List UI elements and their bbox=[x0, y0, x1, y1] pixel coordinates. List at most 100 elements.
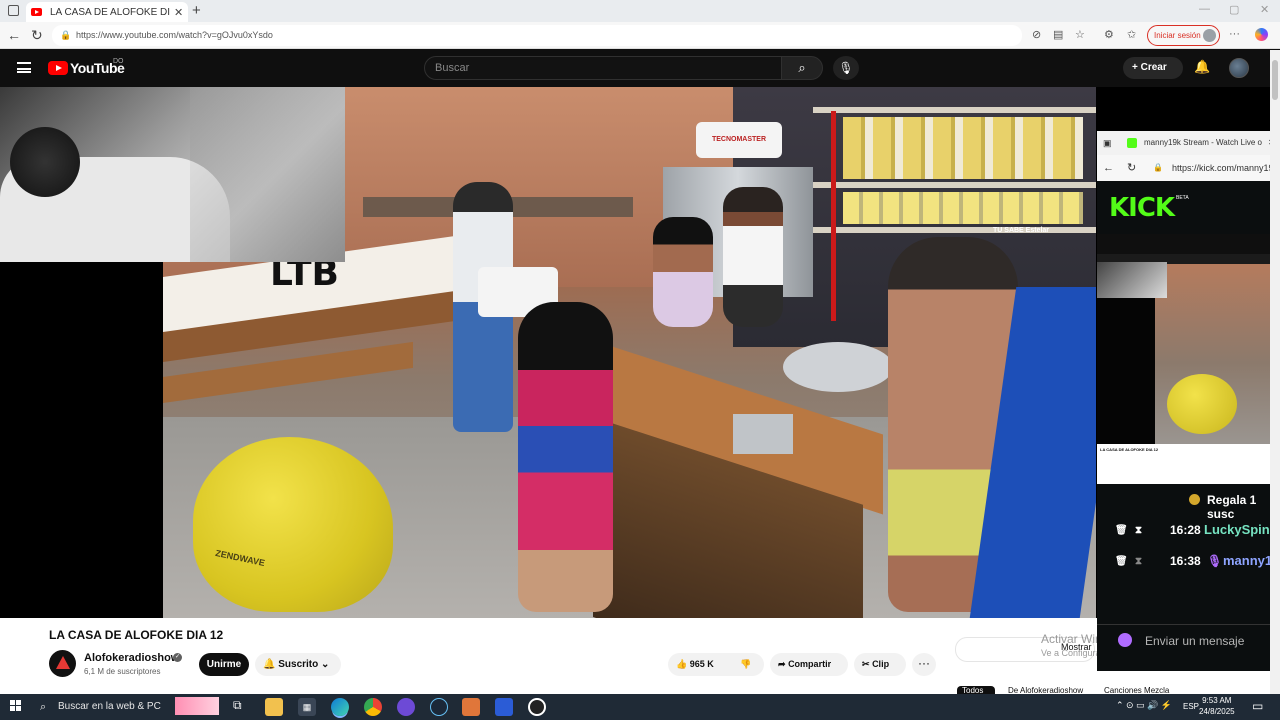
notification-center-icon[interactable]: ▭ bbox=[1252, 699, 1263, 713]
new-tab-button[interactable]: + bbox=[192, 2, 201, 19]
site-info-icon[interactable]: 🔒 bbox=[60, 25, 71, 46]
translate-icon[interactable]: ⊘ bbox=[1032, 28, 1041, 41]
video-person-woman-print bbox=[518, 302, 613, 612]
search-highlight-flamingo-icon bbox=[175, 697, 219, 715]
video-person-woman-kitchen bbox=[653, 217, 713, 327]
kick-window-titlebar[interactable]: ▣ manny19k Stream - Watch Live o ✕ bbox=[1097, 131, 1280, 155]
browser-tab[interactable]: LA CASA DE ALOFOKE DIA 1 ✕ bbox=[26, 2, 188, 22]
share-button[interactable]: ➦ Compartir bbox=[770, 653, 848, 676]
webcam-shadow bbox=[190, 87, 345, 262]
obs-studio-icon[interactable] bbox=[528, 698, 546, 716]
notifications-bell-icon[interactable]: 🔔 bbox=[1194, 59, 1210, 75]
scrollbar-thumb[interactable] bbox=[1272, 60, 1278, 100]
minimize-window-button[interactable]: — bbox=[1199, 3, 1210, 15]
chip-channel[interactable]: De Alofokeradioshow bbox=[1008, 686, 1088, 694]
create-button[interactable]: + Crear bbox=[1123, 57, 1183, 79]
timeout-hourglass-icon[interactable]: ⧗ bbox=[1135, 556, 1142, 567]
clock-date: 24/8/2025 bbox=[1199, 707, 1235, 716]
search-button[interactable]: ⌕ bbox=[781, 56, 823, 80]
video-shelf-bottles bbox=[843, 117, 1083, 179]
more-menu-icon[interactable]: ··· bbox=[1229, 28, 1240, 40]
emote-icon[interactable] bbox=[1118, 633, 1132, 647]
extensions-icon[interactable]: ⚙ bbox=[1104, 28, 1114, 41]
create-label: Crear bbox=[1140, 62, 1167, 73]
video-cooking-pot bbox=[783, 342, 893, 392]
hamburger-menu-icon[interactable] bbox=[17, 62, 31, 73]
reload-icon[interactable]: ↻ bbox=[31, 27, 43, 44]
page-scrollbar[interactable] bbox=[1270, 50, 1280, 694]
discord-icon[interactable] bbox=[397, 698, 415, 716]
channel-avatar[interactable] bbox=[49, 650, 76, 677]
embedded-beanbag bbox=[1167, 374, 1237, 434]
search-input[interactable]: Buscar bbox=[424, 56, 782, 80]
video-person-man-tank bbox=[723, 187, 783, 327]
kick-address-bar[interactable]: ← ↻ 🔒 https://kick.com/manny19 bbox=[1097, 155, 1280, 181]
join-button[interactable]: Unirme bbox=[199, 653, 249, 676]
channel-name[interactable]: Alofokeradioshow bbox=[84, 652, 179, 664]
reader-view-icon[interactable]: ▤ bbox=[1053, 28, 1063, 41]
taskbar-clock[interactable]: 9:53 AM 24/8/2025 bbox=[1199, 695, 1235, 717]
steam-icon[interactable] bbox=[430, 698, 448, 716]
timeout-hourglass-icon[interactable]: ⧗ bbox=[1135, 525, 1142, 536]
thumbs-down-icon[interactable]: 👎 bbox=[740, 653, 751, 676]
kick-reload-icon[interactable]: ↻ bbox=[1127, 155, 1136, 181]
chat-message-input[interactable]: Enviar un mensaje bbox=[1145, 634, 1244, 648]
like-count[interactable]: 965 K bbox=[690, 659, 714, 669]
kick-logo[interactable]: KICK bbox=[1109, 193, 1175, 223]
embedded-video-title: LA CASA DE ALOFOKE DIA 12 bbox=[1100, 447, 1159, 452]
game-launcher-icon[interactable] bbox=[495, 698, 513, 716]
account-avatar[interactable] bbox=[1229, 58, 1249, 78]
task-view-icon[interactable]: ⧉ bbox=[233, 698, 242, 713]
kick-stream-player[interactable]: LA CASA DE ALOFOKE DIA 12 bbox=[1097, 234, 1280, 484]
edge-browser-icon[interactable] bbox=[331, 698, 349, 716]
embedded-yt-header bbox=[1097, 234, 1280, 254]
calculator-icon[interactable]: ▦ bbox=[298, 698, 316, 716]
voice-search-button[interactable]: 🎙 bbox=[833, 56, 859, 80]
thumbs-up-icon[interactable]: 👍 bbox=[676, 659, 687, 669]
embedded-webcam bbox=[1097, 262, 1167, 298]
kick-popup-window[interactable]: ▣ manny19k Stream - Watch Live o ✕ ← ↻ 🔒… bbox=[1097, 131, 1280, 671]
kick-window-title: manny19k Stream - Watch Live o bbox=[1144, 138, 1262, 147]
window-tabs-icon[interactable]: ▣ bbox=[1103, 131, 1112, 155]
chrome-browser-icon[interactable] bbox=[364, 698, 382, 716]
more-actions-button[interactable]: ··· bbox=[912, 653, 936, 676]
youtube-favicon-icon bbox=[31, 8, 42, 16]
clock-time: 9:53 AM bbox=[1202, 696, 1232, 705]
video-shelf bbox=[813, 107, 1096, 113]
address-bar[interactable]: 🔒 https://www.youtube.com/watch?v=gOJvu0… bbox=[52, 25, 1022, 46]
search-icon: ⌕ bbox=[40, 701, 47, 713]
sign-in-label: Iniciar sesión bbox=[1154, 31, 1201, 40]
chat-username[interactable]: LuckySpinX bbox=[1204, 522, 1278, 537]
chip-all[interactable]: Todos bbox=[957, 686, 995, 694]
language-indicator[interactable]: ESP bbox=[1183, 702, 1199, 711]
chip-mix[interactable]: Canciones Mezcla bbox=[1104, 686, 1184, 694]
youtube-logo-icon[interactable] bbox=[48, 61, 68, 75]
taskbar-search-placeholder: Buscar en la web & PC bbox=[58, 701, 161, 712]
clip-label: Clip bbox=[872, 659, 890, 669]
video-shelf bbox=[813, 182, 1096, 188]
system-tray-icons[interactable]: ⌃ ⊙ ▭ 🔊 ⚡ bbox=[1116, 700, 1172, 711]
copilot-icon[interactable] bbox=[1255, 28, 1268, 41]
subscribed-button[interactable]: 🔔 Suscrito ⌄ bbox=[255, 653, 341, 676]
video-pasta-machine bbox=[733, 414, 793, 454]
clip-button[interactable]: ✂ Clip bbox=[854, 653, 906, 676]
trash-icon[interactable]: 🗑 bbox=[1115, 525, 1128, 536]
kick-lock-icon: 🔒 bbox=[1153, 163, 1163, 172]
windows-start-icon[interactable] bbox=[10, 700, 22, 712]
media-app-icon[interactable] bbox=[462, 698, 480, 716]
window-menu-icon[interactable] bbox=[8, 5, 19, 16]
kick-back-arrow-icon[interactable]: ← bbox=[1103, 155, 1114, 181]
trash-icon[interactable]: 🗑 bbox=[1115, 556, 1128, 567]
video-shelf-bottles bbox=[843, 192, 1083, 224]
sign-in-button[interactable]: Iniciar sesión bbox=[1147, 25, 1220, 46]
tab-close-icon[interactable]: ✕ bbox=[174, 6, 183, 19]
close-window-button[interactable]: ✕ bbox=[1260, 3, 1269, 16]
file-explorer-icon[interactable] bbox=[265, 698, 283, 716]
share-arrow-icon: ➦ bbox=[778, 659, 786, 669]
video-sponsor-sign: TECNOMASTER bbox=[696, 122, 782, 158]
subscribed-label: Suscrito bbox=[278, 659, 319, 670]
back-arrow-icon[interactable]: ← bbox=[7, 27, 21, 43]
maximize-window-button[interactable]: ▢ bbox=[1229, 3, 1239, 16]
favorite-star-icon[interactable]: ☆ bbox=[1075, 28, 1085, 41]
favorites-icon[interactable]: ✩ bbox=[1127, 28, 1136, 41]
